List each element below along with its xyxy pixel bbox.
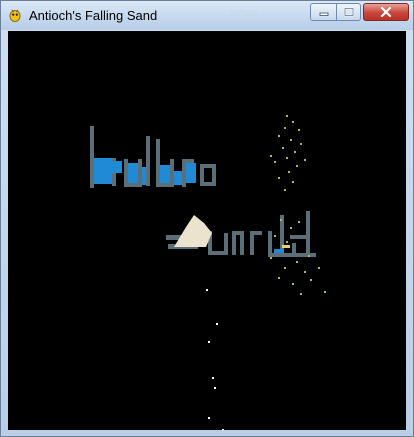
water-pool-world — [274, 245, 290, 253]
app-window: Antioch's Falling Sand Yahoo — [0, 0, 414, 437]
sand-canvas[interactable] — [8, 31, 406, 430]
falling-dust-particles — [206, 289, 224, 430]
sand-pile — [174, 215, 212, 247]
water-pool-hello — [94, 158, 196, 185]
sand-simulation[interactable] — [8, 31, 406, 430]
maximize-button[interactable] — [336, 3, 361, 21]
background-window-title: Yahoo — [229, 8, 258, 19]
title-bar[interactable]: Antioch's Falling Sand Yahoo — [1, 1, 413, 30]
close-button[interactable] — [363, 3, 409, 21]
minimize-icon — [319, 12, 328, 16]
close-icon — [380, 6, 392, 18]
pygame-snake-icon — [7, 7, 23, 23]
minimize-button[interactable] — [310, 3, 336, 21]
plant-particles — [270, 115, 326, 295]
window-title: Antioch's Falling Sand — [29, 8, 158, 23]
maximize-icon — [343, 7, 354, 17]
